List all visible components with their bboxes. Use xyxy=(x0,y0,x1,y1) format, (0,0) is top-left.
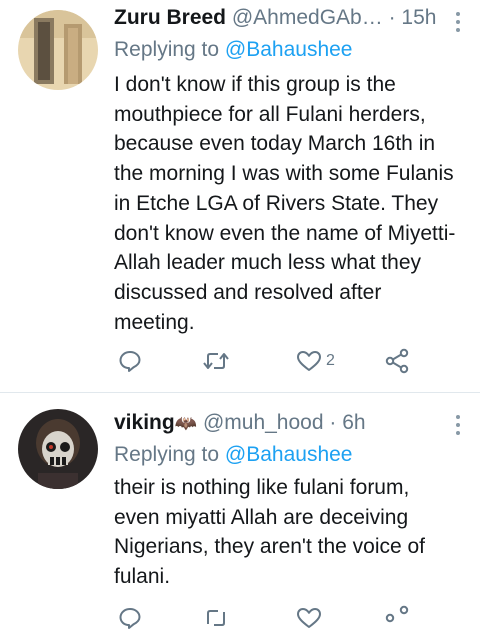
share-icon xyxy=(385,605,409,623)
more-options-icon[interactable] xyxy=(456,415,462,439)
tweet-1[interactable]: Zuru Breed @AhmedGAb… · 15h Replying to … xyxy=(0,0,480,392)
tweet-actions xyxy=(114,603,424,633)
replying-to-link[interactable]: @Bahaushee xyxy=(225,38,353,61)
retweet-icon xyxy=(203,353,229,369)
reply-button[interactable] xyxy=(118,346,142,376)
share-button[interactable] xyxy=(384,603,410,633)
like-count: 2 xyxy=(326,352,335,369)
replying-to-label: Replying to xyxy=(114,38,225,61)
retweet-button[interactable] xyxy=(202,603,230,633)
user-handle[interactable]: @muh_hood xyxy=(203,411,324,434)
retweet-button[interactable] xyxy=(202,346,230,376)
reply-icon xyxy=(119,351,141,372)
replying-to: Replying to @Bahaushee xyxy=(114,38,353,62)
avatar-image xyxy=(18,409,98,489)
user-handle[interactable]: @AhmedGAb… xyxy=(232,6,383,29)
tweet-2[interactable]: viking🦇 @muh_hood · 6h Replying to @Baha… xyxy=(0,393,480,629)
replying-to-link[interactable]: @Bahaushee xyxy=(225,443,353,466)
more-options-icon[interactable] xyxy=(456,12,462,36)
tweet-text: I don't know if this group is the mouthp… xyxy=(114,73,456,334)
retweet-icon xyxy=(207,610,225,626)
avatar-image xyxy=(18,10,98,90)
tweet-header: Zuru Breed @AhmedGAb… · 15h xyxy=(114,6,436,36)
tweet-header: viking🦇 @muh_hood · 6h xyxy=(114,411,366,441)
like-button[interactable] xyxy=(296,603,322,633)
avatar[interactable] xyxy=(18,409,98,489)
like-icon xyxy=(297,608,321,628)
timestamp[interactable]: · 6h xyxy=(329,411,365,434)
reply-icon xyxy=(119,608,141,629)
avatar[interactable] xyxy=(18,10,98,90)
share-icon xyxy=(385,348,409,374)
tweet-actions: 2 xyxy=(114,346,424,376)
share-button[interactable] xyxy=(384,346,410,376)
bat-emoji-icon: 🦇 xyxy=(174,413,198,433)
reply-button[interactable] xyxy=(118,603,142,633)
timestamp[interactable]: · 15h xyxy=(389,6,437,29)
replying-to-label: Replying to xyxy=(114,443,225,466)
like-button[interactable]: 2 xyxy=(296,346,335,376)
replying-to: Replying to @Bahaushee xyxy=(114,443,353,467)
tweet-text: their is nothing like fulani forum, even… xyxy=(114,476,426,589)
like-icon xyxy=(297,351,321,371)
display-name[interactable]: Zuru Breed xyxy=(114,6,226,29)
display-name[interactable]: viking xyxy=(114,411,175,434)
